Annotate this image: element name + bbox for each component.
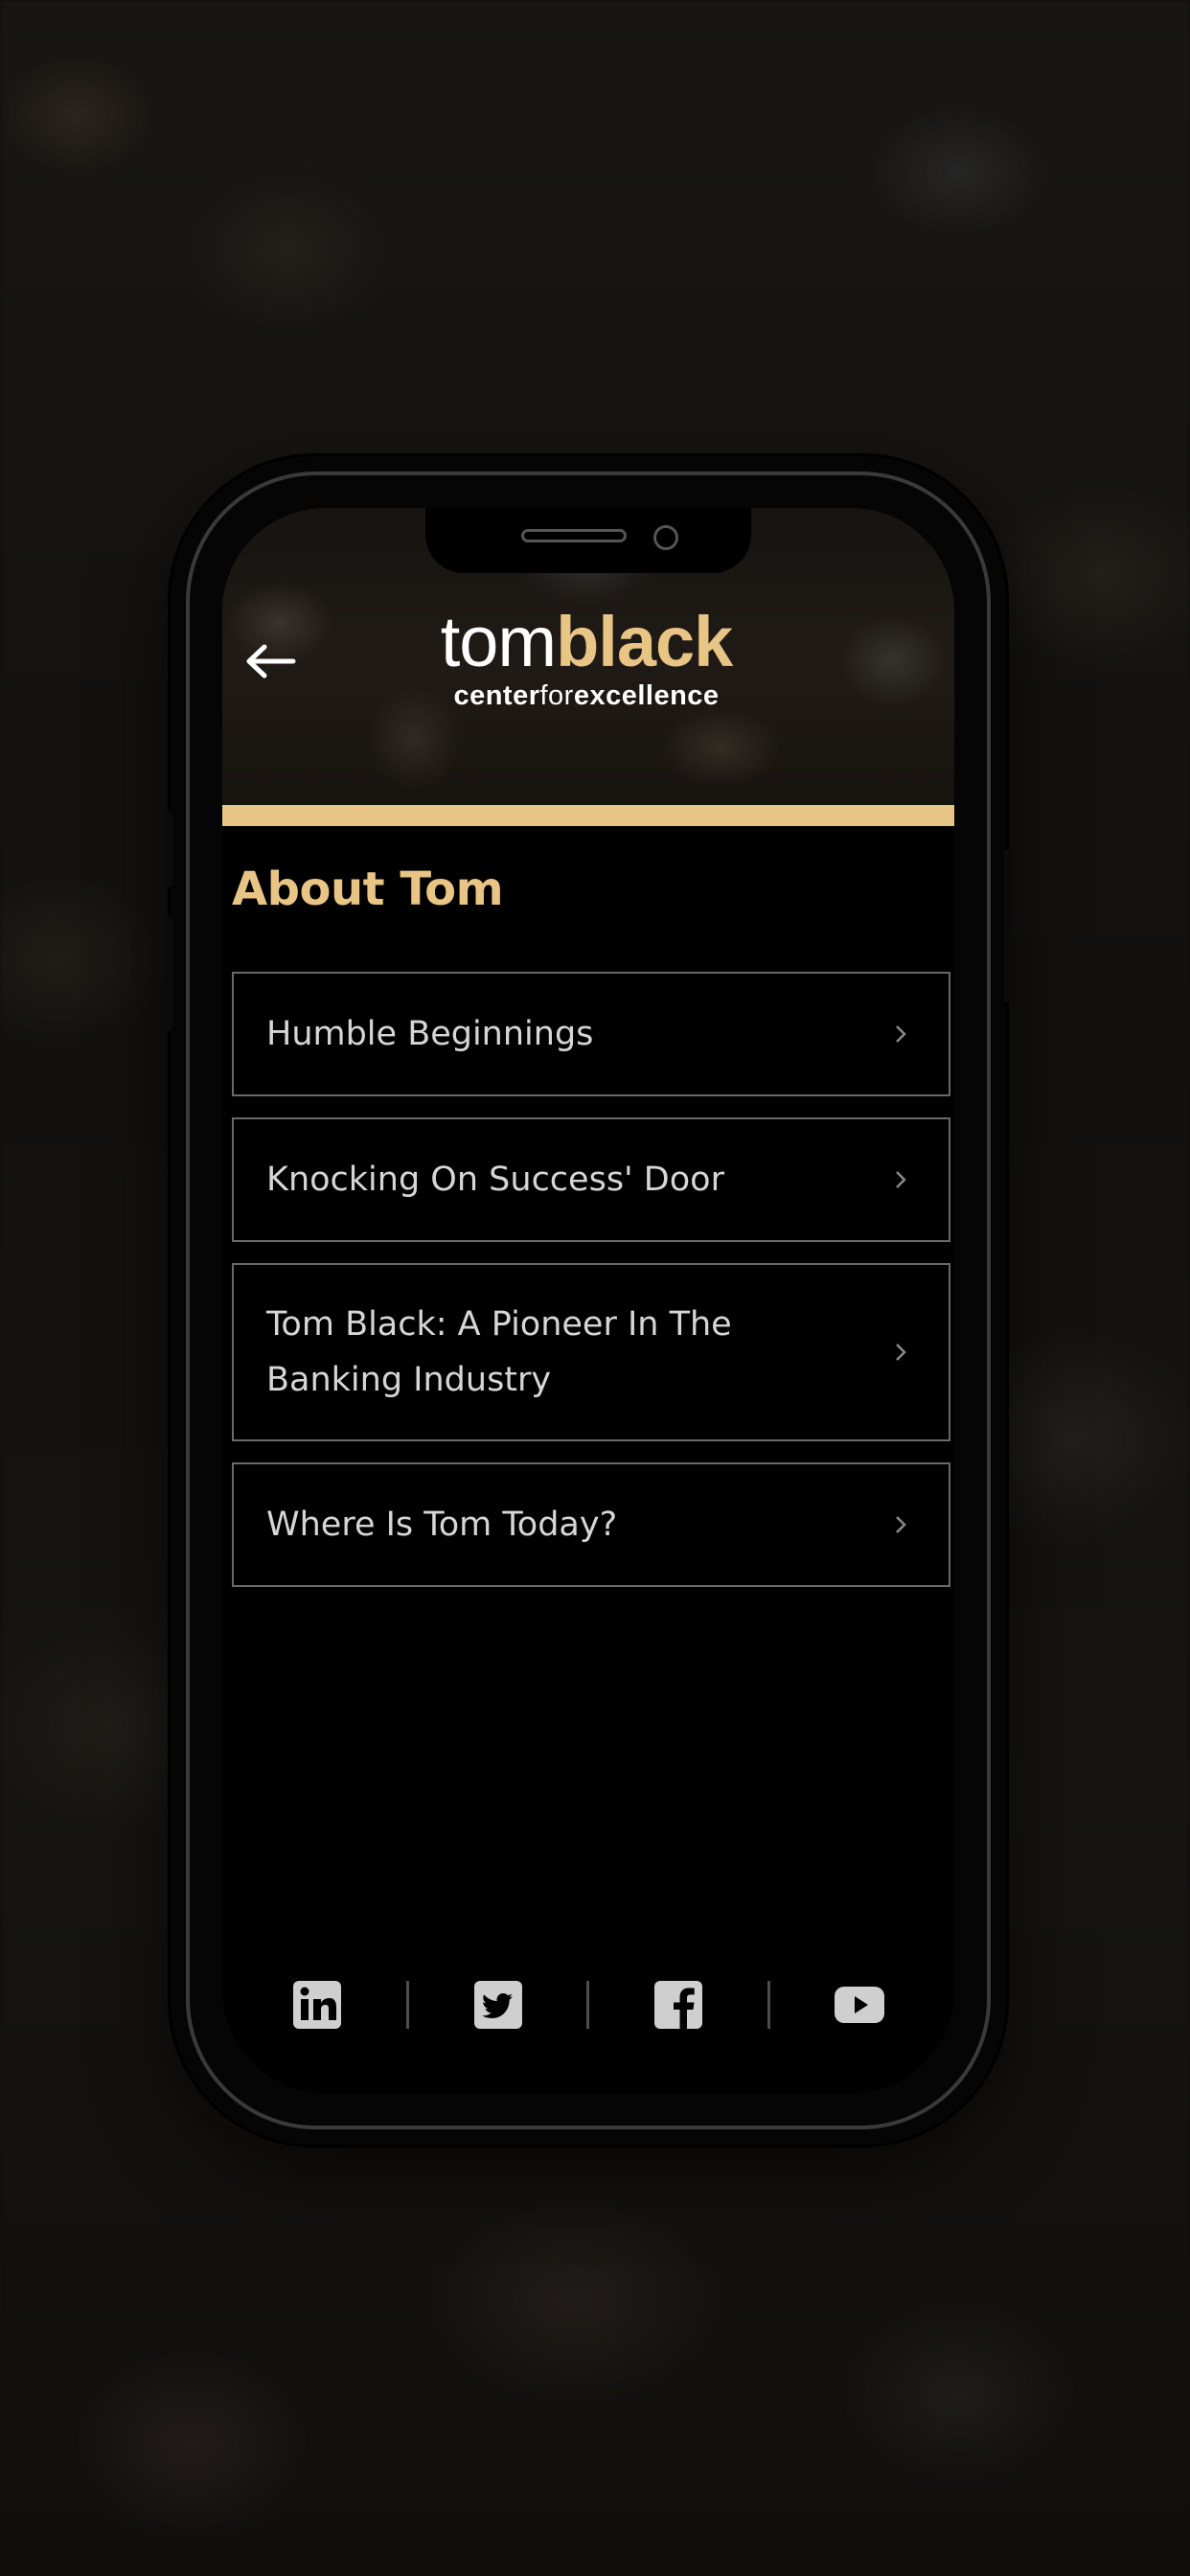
separator xyxy=(406,1981,410,2029)
side-button xyxy=(1004,849,1012,1002)
phone-frame: tomblack centerforexcellence About Tom H… xyxy=(165,456,1012,2145)
logo-subtitle: centerforexcellence xyxy=(376,680,797,711)
menu-item-label: Humble Beginnings xyxy=(266,1015,594,1053)
social-bar xyxy=(222,1974,954,2036)
separator xyxy=(586,1981,590,2029)
menu-item-pioneer-banking[interactable]: Tom Black: A Pioneer In The Banking Indu… xyxy=(232,1263,950,1441)
logo-word-tom: tom xyxy=(440,602,557,681)
menu-item-label: Where Is Tom Today? xyxy=(266,1506,618,1544)
logo-sub-center: center xyxy=(453,680,540,711)
menu-list: Humble Beginnings Knocking On Success' D… xyxy=(232,972,950,1608)
menu-item-where-is-tom[interactable]: Where Is Tom Today? xyxy=(232,1462,950,1587)
app-screen: tomblack centerforexcellence About Tom H… xyxy=(222,508,954,2093)
logo-sub-excellence: excellence xyxy=(573,680,720,711)
side-button xyxy=(165,916,172,1031)
logo-title: tomblack xyxy=(376,604,797,680)
chevron-right-icon xyxy=(896,1171,906,1188)
page-title: About Tom xyxy=(232,862,504,916)
back-button[interactable] xyxy=(240,631,301,692)
front-camera xyxy=(653,525,678,550)
menu-item-label: Tom Black: A Pioneer In The Banking Indu… xyxy=(266,1305,732,1399)
linkedin-icon[interactable] xyxy=(292,1980,342,2030)
facebook-icon[interactable] xyxy=(653,1980,703,2030)
menu-item-label: Knocking On Success' Door xyxy=(266,1161,724,1199)
youtube-icon[interactable] xyxy=(834,1980,884,2030)
logo-sub-for: for xyxy=(539,680,574,711)
separator xyxy=(767,1981,770,2029)
menu-item-humble-beginnings[interactable]: Humble Beginnings xyxy=(232,972,950,1096)
side-button xyxy=(165,811,172,887)
twitter-icon[interactable] xyxy=(473,1980,523,2030)
chevron-right-icon xyxy=(896,1516,906,1533)
chevron-right-icon xyxy=(896,1025,906,1043)
speaker-grille xyxy=(521,529,627,542)
logo: tomblack centerforexcellence xyxy=(376,604,797,738)
phone-notch xyxy=(425,508,751,573)
arrow-left-icon xyxy=(246,644,296,678)
menu-item-knocking-on-success[interactable]: Knocking On Success' Door xyxy=(232,1117,950,1242)
chevron-right-icon xyxy=(896,1344,906,1361)
accent-bar xyxy=(222,805,954,826)
logo-word-black: black xyxy=(556,602,733,681)
